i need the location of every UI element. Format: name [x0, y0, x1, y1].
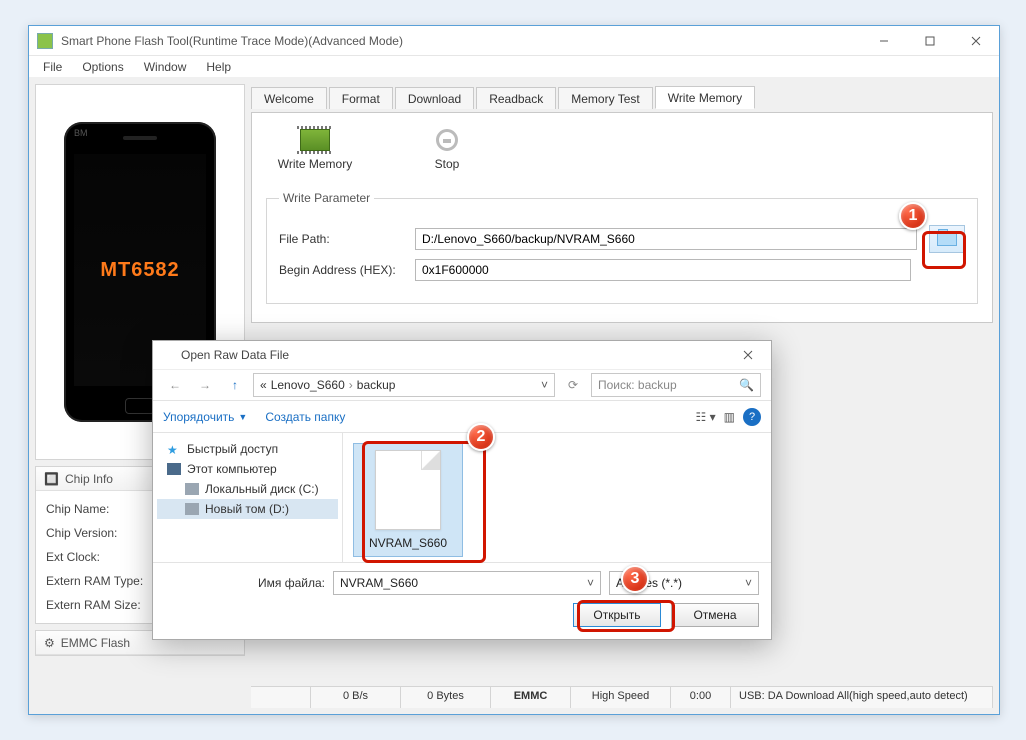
status-speed: 0 B/s: [311, 687, 401, 708]
begin-address-label: Begin Address (HEX):: [279, 263, 409, 277]
filename-input[interactable]: NVRAM_S660˅: [333, 571, 601, 595]
cancel-button[interactable]: Отмена: [671, 603, 759, 627]
pc-icon: [167, 463, 181, 475]
dialog-close-button[interactable]: [733, 345, 763, 365]
callout-2: 2: [467, 423, 495, 451]
main-titlebar: Smart Phone Flash Tool(Runtime Trace Mod…: [29, 26, 999, 56]
status-bar: 0 B/s 0 Bytes EMMC High Speed 0:00 USB: …: [251, 686, 993, 708]
gear-icon: ⚙: [44, 636, 55, 650]
filename-label: Имя файла:: [165, 576, 325, 590]
new-folder-button[interactable]: Создать папку: [265, 410, 345, 424]
breadcrumb[interactable]: « Lenovo_S660 › backup ˅: [253, 373, 555, 397]
close-button[interactable]: [953, 26, 999, 55]
tab-download[interactable]: Download: [395, 87, 474, 109]
phone-model-label: MT6582: [100, 259, 179, 282]
chip-info-icon: 🔲: [44, 472, 59, 486]
write-memory-pane: Write Memory Stop Write Parameter File P…: [251, 112, 993, 323]
file-path-label: File Path:: [279, 232, 409, 246]
minimize-button[interactable]: [861, 26, 907, 55]
document-icon: [375, 450, 441, 530]
tab-welcome[interactable]: Welcome: [251, 87, 327, 109]
nav-up-button[interactable]: ↑: [223, 374, 247, 396]
phone-brand: BM: [74, 128, 88, 138]
tree-drive-c[interactable]: Локальный диск (C:): [157, 479, 338, 499]
search-icon: 🔍: [739, 378, 754, 392]
search-placeholder: Поиск: backup: [598, 378, 677, 392]
menu-help[interactable]: Help: [198, 58, 239, 76]
nav-forward-button[interactable]: →: [193, 374, 217, 396]
write-memory-label: Write Memory: [278, 157, 352, 171]
ext-ram-type-label: Extern RAM Type:: [46, 574, 156, 588]
tab-strip: Welcome Format Download Readback Memory …: [251, 84, 993, 108]
file-name-label: NVRAM_S660: [369, 536, 447, 550]
view-mode-button[interactable]: ☷ ▾: [696, 410, 716, 424]
window-title: Smart Phone Flash Tool(Runtime Trace Mod…: [61, 34, 861, 48]
tree-drive-d[interactable]: Новый том (D:): [157, 499, 338, 519]
ext-ram-size-label: Extern RAM Size:: [46, 598, 156, 612]
menu-options[interactable]: Options: [74, 58, 131, 76]
file-list[interactable]: NVRAM_S660: [343, 433, 771, 562]
maximize-button[interactable]: [907, 26, 953, 55]
stop-label: Stop: [435, 157, 460, 171]
chip-name-label: Chip Name:: [46, 502, 156, 516]
write-parameter-group: Write Parameter File Path: Begin Address…: [266, 191, 978, 304]
status-storage: EMMC: [491, 687, 571, 708]
help-button[interactable]: ?: [743, 408, 761, 426]
menu-window[interactable]: Window: [136, 58, 195, 76]
drive-icon: [185, 483, 199, 495]
chip-info-title: Chip Info: [65, 472, 113, 486]
app-icon: [37, 33, 53, 49]
chip-icon: [300, 129, 330, 151]
organize-button[interactable]: Упорядочить▼: [163, 410, 247, 424]
callout-1: 1: [899, 202, 927, 230]
dialog-title: Open Raw Data File: [181, 348, 733, 362]
folder-icon: [937, 232, 957, 246]
ext-clock-label: Ext Clock:: [46, 550, 156, 564]
stop-button[interactable]: Stop: [408, 129, 486, 171]
tab-memory-test[interactable]: Memory Test: [558, 87, 652, 109]
preview-pane-button[interactable]: ▥: [724, 410, 735, 424]
callout-3: 3: [621, 565, 649, 593]
crumb-folder-2[interactable]: backup: [357, 378, 396, 392]
write-parameter-legend: Write Parameter: [279, 191, 374, 205]
open-button[interactable]: Открыть: [573, 603, 661, 627]
emmc-title: EMMC Flash: [61, 636, 130, 650]
tab-readback[interactable]: Readback: [476, 87, 556, 109]
status-time: 0:00: [671, 687, 731, 708]
tree-quick-access[interactable]: ★Быстрый доступ: [157, 439, 338, 459]
tab-format[interactable]: Format: [329, 87, 393, 109]
begin-address-input[interactable]: [415, 259, 911, 281]
file-path-input[interactable]: [415, 228, 917, 250]
tab-write-memory[interactable]: Write Memory: [655, 86, 755, 109]
write-memory-button[interactable]: Write Memory: [276, 129, 354, 171]
tree-this-pc[interactable]: Этот компьютер: [157, 459, 338, 479]
dialog-icon: [161, 348, 175, 362]
nav-back-button[interactable]: ←: [163, 374, 187, 396]
crumb-folder-1[interactable]: Lenovo_S660: [271, 378, 345, 392]
search-input[interactable]: Поиск: backup 🔍: [591, 373, 761, 397]
star-icon: ★: [167, 443, 181, 455]
menu-bar: File Options Window Help: [29, 56, 999, 78]
refresh-button[interactable]: ⟳: [561, 374, 585, 396]
status-bytes: 0 Bytes: [401, 687, 491, 708]
nav-tree: ★Быстрый доступ Этот компьютер Локальный…: [153, 433, 343, 562]
browse-file-button[interactable]: [929, 225, 965, 253]
file-nvram-s660[interactable]: NVRAM_S660: [353, 443, 463, 557]
chip-version-label: Chip Version:: [46, 526, 156, 540]
status-mode: High Speed: [571, 687, 671, 708]
menu-file[interactable]: File: [35, 58, 70, 76]
stop-icon: [436, 129, 458, 151]
status-conn: USB: DA Download All(high speed,auto det…: [731, 687, 993, 708]
open-file-dialog: Open Raw Data File ← → ↑ « Lenovo_S660 ›…: [152, 340, 772, 640]
drive-icon: [185, 503, 199, 515]
